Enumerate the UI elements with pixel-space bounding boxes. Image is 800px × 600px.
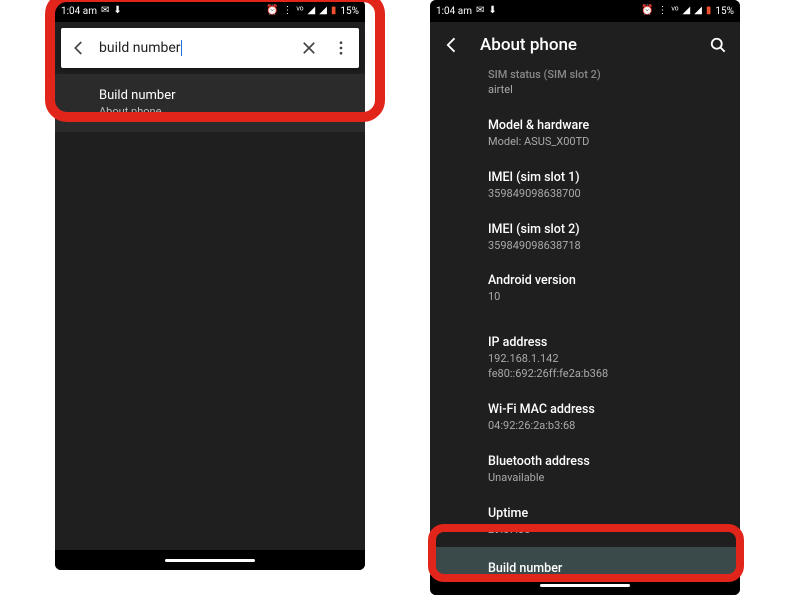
list-item[interactable]: Wi-Fi MAC address 04:92:26:2a:b3:68 [430, 392, 740, 444]
nav-pill[interactable] [165, 559, 255, 562]
search-result-item[interactable]: Build number About phone [55, 74, 365, 132]
notification-icon: ✉ [101, 6, 109, 16]
item-label: Model & hardware [488, 118, 726, 133]
item-label: Android version [488, 273, 726, 288]
item-label: IMEI (sim slot 2) [488, 222, 726, 237]
navigation-bar [430, 575, 740, 595]
list-item[interactable]: Model & hardware Model: ASUS_X00TD [430, 108, 740, 160]
battery-icon: ▮ [331, 6, 337, 16]
list-item[interactable]: Android version 10 [430, 263, 740, 315]
list-item[interactable]: IMEI (sim slot 1) 359849098638700 [430, 160, 740, 212]
item-label: Bluetooth address [488, 454, 726, 469]
list-item[interactable]: IP address 192.168.1.142 fe80::692:26ff:… [430, 325, 740, 392]
signal-icon: ◢ [319, 6, 327, 16]
search-input-text: build number [99, 40, 181, 56]
phone-screenshot-right: 1:04 am ✉ ⬇ ⏰ ⋮ ᵛᵒ ◢ ◢ ▮ 15% About phone… [430, 0, 740, 595]
list-item[interactable]: IMEI (sim slot 2) 359849098638718 [430, 212, 740, 264]
item-value: Unavailable [488, 471, 726, 486]
battery-percent: 15% [715, 6, 734, 17]
item-value: Model: ASUS_X00TD [488, 135, 726, 150]
signal-icon: ◢ [308, 6, 316, 16]
item-value: airtel [488, 83, 726, 98]
nav-pill[interactable] [540, 584, 630, 587]
text-cursor [181, 40, 182, 56]
volte-icon: ᵛᵒ [297, 6, 304, 16]
page-title: About phone [480, 35, 577, 55]
wifi-icon: ⋮ [658, 6, 668, 16]
list-item[interactable]: Bluetooth address Unavailable [430, 444, 740, 496]
back-button[interactable] [442, 35, 462, 55]
notification-icon: ✉ [476, 6, 484, 16]
item-value: 04:92:26:2a:b3:68 [488, 419, 726, 434]
item-value: 10 [488, 290, 726, 305]
item-value: 29:57:33 [488, 523, 726, 538]
item-label: IMEI (sim slot 1) [488, 170, 726, 185]
search-input[interactable]: build number [99, 40, 289, 56]
battery-icon: ▮ [706, 6, 712, 16]
signal-icon: ◢ [694, 6, 702, 16]
status-time: 1:04 am [61, 6, 97, 17]
status-bar: 1:04 am ✉ ⬇ ⏰ ⋮ ᵛᵒ ◢ ◢ ▮ 15% [430, 0, 740, 22]
search-result-title: Build number [99, 88, 355, 103]
list-item[interactable]: Uptime 29:57:33 [430, 496, 740, 548]
navigation-bar [55, 550, 365, 570]
list-item[interactable]: SIM status (SIM slot 2) airtel [430, 68, 740, 108]
item-value: 192.168.1.142 fe80::692:26ff:fe2a:b368 [488, 352, 726, 382]
alarm-icon: ⏰ [266, 6, 278, 16]
status-bar: 1:04 am ✉ ⬇ ⏰ ⋮ ᵛᵒ ◢ ◢ ▮ 15% [55, 0, 365, 22]
item-label: SIM status (SIM slot 2) [488, 68, 726, 81]
volte-icon: ᵛᵒ [672, 6, 679, 16]
notification-icon: ⬇ [488, 6, 496, 16]
search-button[interactable] [708, 35, 728, 55]
wifi-icon: ⋮ [283, 6, 293, 16]
status-time: 1:04 am [436, 6, 472, 17]
signal-icon: ◢ [683, 6, 691, 16]
search-container: build number [55, 22, 365, 74]
item-label: IP address [488, 335, 726, 350]
item-value: 359849098638700 [488, 187, 726, 202]
battery-percent: 15% [340, 6, 359, 17]
alarm-icon: ⏰ [641, 6, 653, 16]
notification-icon: ⬇ [113, 6, 121, 16]
item-label: Build number [488, 561, 726, 575]
settings-list[interactable]: SIM status (SIM slot 2) airtel Model & h… [430, 68, 740, 575]
back-button[interactable] [67, 36, 91, 60]
search-bar: build number [61, 28, 359, 68]
item-label: Wi-Fi MAC address [488, 402, 726, 417]
search-result-subtitle: About phone [99, 105, 355, 118]
list-item-build-number[interactable]: Build number QKQ1.WW_Phone-17.2017.2012.… [430, 547, 740, 575]
more-menu-button[interactable] [329, 36, 353, 60]
app-bar: About phone [430, 22, 740, 68]
phone-screenshot-left: 1:04 am ✉ ⬇ ⏰ ⋮ ᵛᵒ ◢ ◢ ▮ 15% build numbe… [55, 0, 365, 570]
item-label: Uptime [488, 506, 726, 521]
clear-button[interactable] [297, 36, 321, 60]
item-value: 359849098638718 [488, 239, 726, 254]
